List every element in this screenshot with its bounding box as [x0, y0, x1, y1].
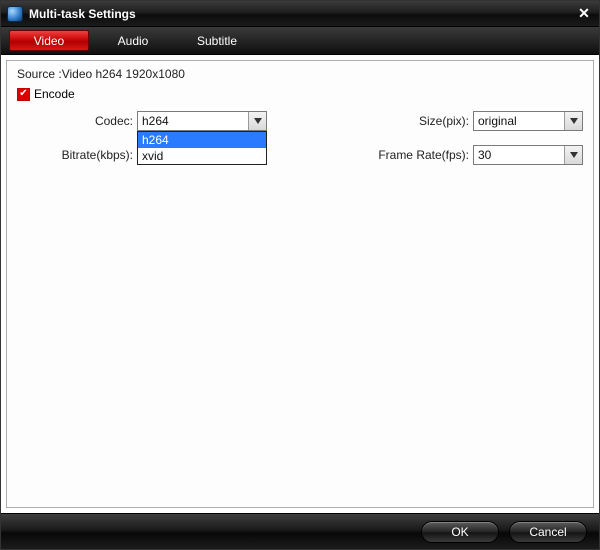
framerate-value: 30 — [474, 148, 564, 162]
chevron-down-icon — [570, 118, 578, 124]
option-label: h264 — [142, 133, 169, 147]
source-info: Source :Video h264 1920x1080 — [17, 67, 583, 81]
framerate-combobox[interactable]: 30 — [473, 145, 583, 165]
close-icon: ✕ — [578, 5, 590, 22]
button-label: OK — [451, 525, 468, 539]
codec-option-h264[interactable]: h264 — [138, 132, 266, 148]
ok-button[interactable]: OK — [421, 521, 499, 543]
tab-audio[interactable]: Audio — [93, 30, 173, 51]
content-area: Source :Video h264 1920x1080 ✔ Encode Co… — [1, 55, 599, 513]
close-button[interactable]: ✕ — [575, 5, 593, 23]
size-combobox[interactable]: original — [473, 111, 583, 131]
title-bar: Multi-task Settings ✕ — [1, 1, 599, 27]
codec-combobox[interactable]: h264 h264 xvid — [137, 111, 267, 131]
chevron-down-icon — [570, 152, 578, 158]
framerate-dropdown-arrow[interactable] — [564, 146, 582, 164]
chevron-down-icon — [254, 118, 262, 124]
encode-row: ✔ Encode — [17, 87, 583, 101]
tab-label: Subtitle — [197, 34, 237, 48]
size-label: Size(pix): — [355, 114, 473, 128]
button-label: Cancel — [529, 525, 566, 539]
app-icon — [7, 6, 23, 22]
cancel-button[interactable]: Cancel — [509, 521, 587, 543]
size-value: original — [474, 114, 564, 128]
tab-subtitle[interactable]: Subtitle — [177, 30, 257, 51]
encode-checkbox[interactable]: ✔ — [17, 88, 30, 101]
fields-grid: Codec: h264 h264 xvid — [17, 111, 583, 165]
footer-bar: OK Cancel — [1, 513, 599, 549]
settings-window: Multi-task Settings ✕ Video Audio Subtit… — [0, 0, 600, 550]
codec-dropdown-list: h264 xvid — [137, 131, 267, 165]
tab-video[interactable]: Video — [9, 30, 89, 51]
codec-value: h264 — [138, 114, 248, 128]
framerate-label: Frame Rate(fps): — [355, 148, 473, 162]
encode-label: Encode — [34, 87, 75, 101]
bitrate-label: Bitrate(kbps): — [17, 148, 137, 162]
codec-dropdown-arrow[interactable] — [248, 112, 266, 130]
size-dropdown-arrow[interactable] — [564, 112, 582, 130]
tab-label: Video — [34, 34, 64, 48]
tab-label: Audio — [118, 34, 149, 48]
option-label: xvid — [142, 149, 163, 163]
codec-label: Codec: — [17, 114, 137, 128]
codec-option-xvid[interactable]: xvid — [138, 148, 266, 164]
video-panel: Source :Video h264 1920x1080 ✔ Encode Co… — [6, 60, 594, 508]
window-title: Multi-task Settings — [29, 7, 575, 21]
checkmark-icon: ✔ — [19, 89, 27, 99]
tab-bar: Video Audio Subtitle — [1, 27, 599, 55]
